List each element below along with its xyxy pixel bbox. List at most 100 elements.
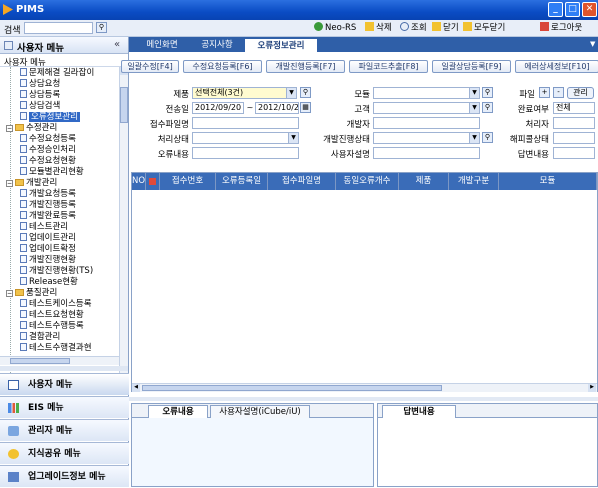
splitter[interactable]	[0, 366, 128, 371]
dev-status-search-icon[interactable]: ⚲	[482, 132, 493, 143]
batch-consult-button[interactable]: 일괄상담등록[F9]	[432, 60, 511, 73]
recv-file-input[interactable]	[192, 117, 299, 129]
logout-button[interactable]: 로그아웃	[540, 22, 582, 35]
tree-item[interactable]: 테스트수행결과현	[20, 343, 92, 353]
scroll-thumb[interactable]	[120, 87, 128, 123]
close-all-button[interactable]: 모두닫기	[463, 22, 505, 35]
tree-item[interactable]: 모듈별관리현황	[20, 167, 84, 177]
tree-item[interactable]: 개발요청등록	[20, 189, 76, 199]
tree-item[interactable]: 오류정보관리	[20, 112, 80, 122]
answer-input[interactable]	[553, 147, 595, 159]
tree-item[interactable]: 테스트케이스등록	[20, 299, 92, 309]
tree-item[interactable]: 개발완료등록	[20, 211, 76, 221]
grid-hscrollbar[interactable]: ◀ ▶	[132, 383, 597, 392]
tree-item[interactable]: 수정요청등록	[20, 134, 76, 144]
product-search-icon[interactable]: ⚲	[300, 87, 311, 98]
scroll-right-icon[interactable]: ▶	[588, 384, 596, 392]
neo-rs-button[interactable]: Neo-RS	[314, 22, 356, 35]
error-detail-button[interactable]: 에러상세정보[F10]	[515, 60, 598, 73]
tab-answer[interactable]: 답변내용	[382, 405, 456, 418]
customer-select[interactable]: ▼	[373, 102, 480, 114]
tree-item[interactable]: 수정요청현황	[20, 156, 76, 166]
grid-column-header[interactable]: 접수파일명	[268, 173, 336, 190]
grid-column-header[interactable]: 모듈	[499, 173, 597, 190]
scroll-left-icon[interactable]: ◀	[132, 384, 140, 392]
tree-item[interactable]: 상담등록	[20, 90, 60, 100]
dev-status-select[interactable]: ▼	[373, 132, 480, 144]
module-select[interactable]: ▼	[373, 87, 480, 99]
error-content-input[interactable]	[192, 147, 299, 159]
tab-error-content[interactable]: 오류내용	[148, 405, 208, 418]
delete-button[interactable]: 삭제	[365, 22, 392, 35]
tree-item[interactable]: 수정승인처리	[20, 145, 76, 155]
user-desc-input[interactable]	[373, 147, 480, 159]
tree-hscrollbar[interactable]	[0, 356, 119, 365]
tree-vscrollbar[interactable]: ▲ ▼	[119, 67, 128, 385]
tab-main[interactable]: 메인화면	[137, 38, 187, 52]
happycall-input[interactable]	[553, 132, 595, 144]
grid-column-header[interactable]: 개발구분	[449, 173, 499, 190]
grid-column-header[interactable]: 제품	[399, 173, 449, 190]
collapse-icon[interactable]: −	[6, 125, 13, 132]
minimize-button[interactable]: _	[548, 2, 563, 17]
collapse-button[interactable]: «	[114, 39, 120, 50]
tree-item[interactable]: 개발진행현황	[20, 255, 76, 265]
handler-input[interactable]	[553, 117, 595, 129]
tree-item[interactable]: 업데이트확정	[20, 244, 76, 254]
search-input[interactable]	[24, 22, 93, 34]
tab-notice[interactable]: 공지사항	[191, 38, 243, 52]
grid-column-header[interactable]: NO	[132, 173, 146, 190]
done-select[interactable]: 전체	[553, 102, 595, 114]
tree-item[interactable]: 상담요청	[20, 79, 60, 89]
status-select[interactable]: ▼	[192, 132, 299, 144]
menu-admin[interactable]: 관리자 메뉴	[0, 419, 129, 441]
edit-request-button[interactable]: 수정요청등록[F6]	[183, 60, 262, 73]
grid-column-header[interactable]: 접수번호	[160, 173, 216, 190]
tree-item[interactable]: 개발진행현황(TS)	[20, 266, 93, 276]
maximize-button[interactable]: □	[565, 2, 580, 17]
menu-user[interactable]: 사용자 메뉴	[0, 373, 129, 395]
menu-knowledge[interactable]: 지식공유 메뉴	[0, 442, 129, 464]
tree-item[interactable]: 결함관리	[20, 332, 60, 342]
tab-menu-icon[interactable]: ▼	[590, 40, 595, 48]
hscroll-thumb[interactable]	[10, 358, 70, 364]
date-to-input[interactable]: 2012/10/20	[255, 102, 299, 114]
remove-file-button[interactable]: -	[553, 87, 564, 98]
tree-item[interactable]: Release현황	[20, 277, 78, 287]
date-from-input[interactable]: 2012/09/20	[192, 102, 244, 114]
tree-item[interactable]: 문제해결 길라잡이	[20, 68, 94, 78]
module-search-icon[interactable]: ⚲	[482, 87, 493, 98]
tree-item[interactable]: 업데이트관리	[20, 233, 76, 243]
close-tab-button[interactable]: 닫기	[432, 22, 459, 35]
menu-upgrade[interactable]: 업그레이드정보 메뉴	[0, 465, 129, 487]
tree-folder[interactable]: − 품질관리	[6, 288, 57, 298]
manage-file-button[interactable]: 관리	[567, 87, 594, 99]
tab-user-desc[interactable]: 사용자설명(iCube/iU)	[210, 405, 310, 418]
dev-progress-button[interactable]: 개발진행등록[F7]	[266, 60, 345, 73]
tree-item[interactable]: 테스트수행등록	[20, 321, 84, 331]
tree-folder[interactable]: − 수정관리	[6, 123, 57, 133]
tree-item[interactable]: 상담검색	[20, 101, 60, 111]
error-content-textarea[interactable]	[132, 418, 373, 486]
tab-error-info[interactable]: 오류정보관리	[245, 39, 317, 52]
splitter[interactable]	[129, 397, 598, 401]
tree-folder[interactable]: − 개발관리	[6, 178, 57, 188]
menu-eis[interactable]: EIS 메뉴	[0, 396, 129, 418]
answer-textarea[interactable]	[378, 418, 597, 486]
grid-column-header[interactable]: 동일오류개수	[336, 173, 399, 190]
row-flag-icon[interactable]	[146, 173, 160, 190]
calendar-icon[interactable]: ▦	[300, 102, 311, 113]
grid-column-header[interactable]: 오류등록일	[216, 173, 268, 190]
search-icon[interactable]: ⚲	[96, 22, 107, 33]
collapse-icon[interactable]: −	[6, 290, 13, 297]
product-select[interactable]: 선택전체(3건) ▼	[192, 87, 297, 99]
batch-edit-button[interactable]: 일괄수정[F4]	[121, 60, 179, 73]
hscroll-thumb[interactable]	[142, 385, 442, 391]
file-code-extract-button[interactable]: 파일코드추출[F8]	[349, 60, 428, 73]
error-grid[interactable]: NO 접수번호 오류등록일 접수파일명 동일오류개수 제품 개발구분 모듈 ◀ ▶	[131, 172, 598, 392]
close-window-button[interactable]: ✕	[582, 2, 597, 17]
query-button[interactable]: 조회	[400, 22, 427, 35]
tree-item[interactable]: 테스트관리	[20, 222, 68, 232]
customer-search-icon[interactable]: ⚲	[482, 102, 493, 113]
tree-item[interactable]: 개발진행등록	[20, 200, 76, 210]
